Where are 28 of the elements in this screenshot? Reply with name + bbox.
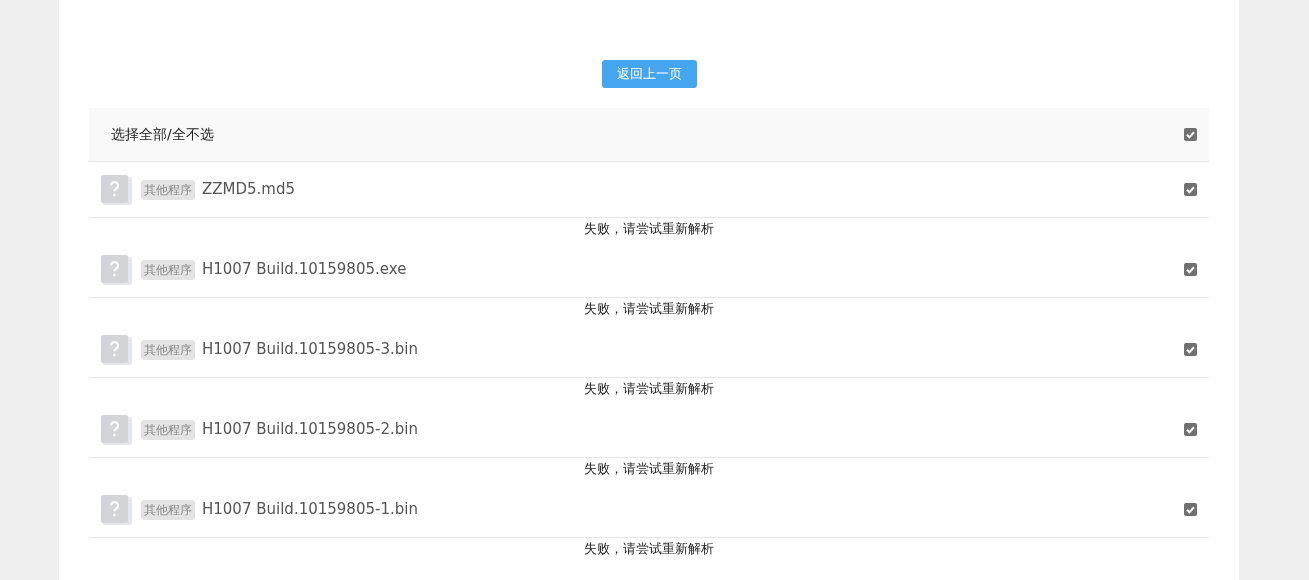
checkbox[interactable] [1184, 128, 1197, 141]
file-name: H1007 Build.10159805-1.bin [202, 499, 418, 521]
file-type-tag: 其他程序 [141, 419, 195, 440]
checkbox[interactable] [1184, 343, 1197, 356]
file-type-tag: 其他程序 [141, 179, 195, 200]
unknown-file-icon [101, 334, 132, 365]
checkbox[interactable] [1184, 423, 1197, 436]
select-all-label: 选择全部/全不选 [111, 125, 214, 144]
status-message: 失败，请尝试重新解析 [584, 461, 714, 476]
status-message: 失败，请尝试重新解析 [584, 541, 714, 556]
unknown-file-icon [101, 494, 132, 525]
unknown-file-icon [101, 414, 132, 445]
unknown-file-icon [101, 254, 132, 285]
file-name: ZZMD5.md5 [202, 179, 296, 201]
file-name: H1007 Build.10159805.exe [202, 259, 407, 281]
file-type-tag: 其他程序 [141, 259, 195, 280]
status-message: 失败，请尝试重新解析 [584, 221, 714, 236]
unknown-file-icon [101, 174, 132, 205]
status-message: 失败，请尝试重新解析 [584, 381, 714, 396]
file-name: H1007 Build.10159805-2.bin [202, 419, 418, 441]
back-button[interactable]: 返回上一页 [601, 60, 697, 88]
file-type-tag: 其他程序 [141, 499, 195, 520]
checkbox[interactable] [1184, 183, 1197, 196]
file-type-tag: 其他程序 [141, 339, 195, 360]
checkbox[interactable] [1184, 503, 1197, 516]
status-message: 失败，请尝试重新解析 [584, 301, 714, 316]
checkbox[interactable] [1184, 263, 1197, 276]
file-name: H1007 Build.10159805-3.bin [202, 339, 418, 361]
